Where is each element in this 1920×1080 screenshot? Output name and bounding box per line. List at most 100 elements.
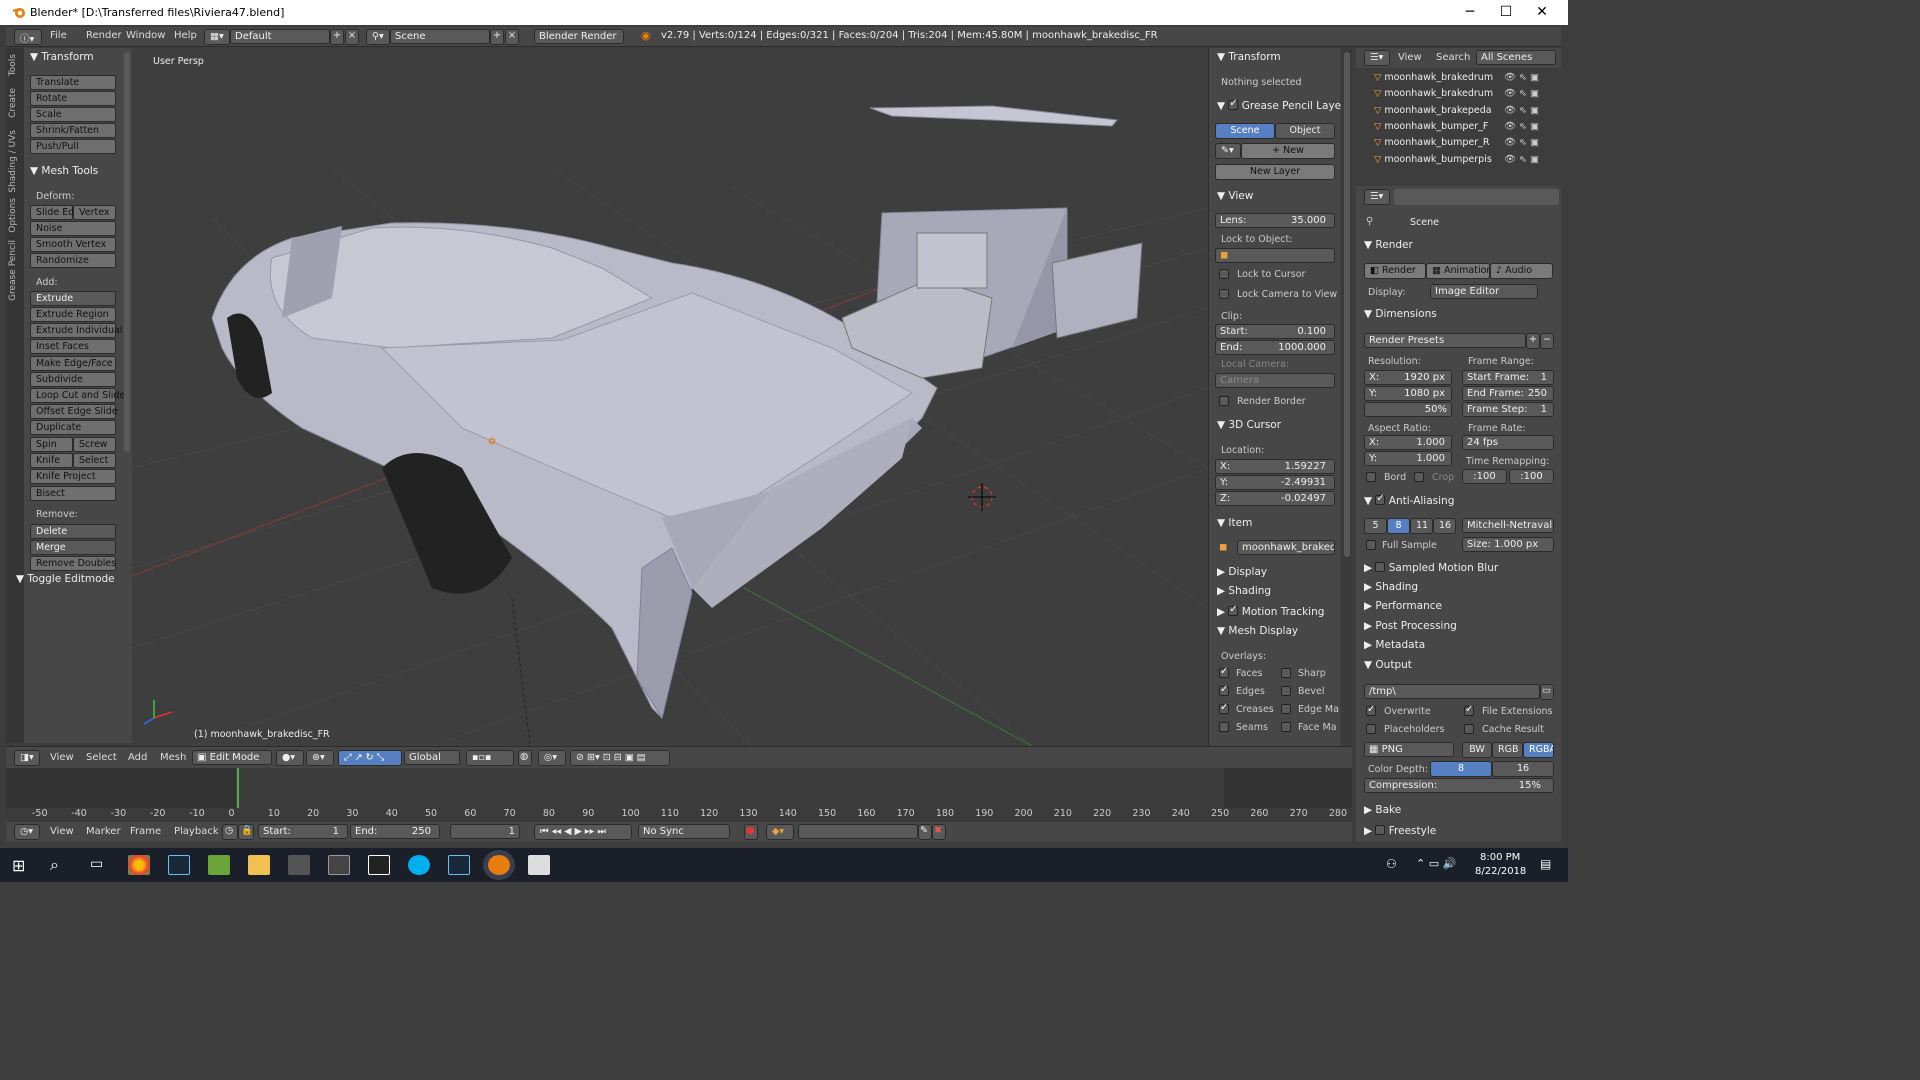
search-icon[interactable]: ⌕ (50, 855, 59, 875)
pencil-icon[interactable]: ✎▾ (1215, 143, 1241, 159)
snap-controls[interactable]: ⊘ ⊞▾ ⊡ ⊟ ▣ ▤ (570, 750, 670, 766)
overwrite-checkbox[interactable] (1366, 704, 1376, 716)
current-frame-marker[interactable] (237, 768, 239, 808)
gp-scene-toggle[interactable]: Scene (1215, 123, 1275, 139)
inset-faces-button[interactable]: Inset Faces (30, 339, 116, 354)
cache-result-checkbox[interactable] (1464, 724, 1474, 734)
file-format-select[interactable]: ▦ PNG (1364, 742, 1454, 757)
render-engine-select[interactable]: Blender Render (534, 29, 624, 44)
color-rgb-toggle[interactable]: RGB (1492, 742, 1523, 758)
file-extensions-checkbox[interactable] (1464, 704, 1474, 716)
gp-object-toggle[interactable]: Object (1275, 123, 1335, 139)
3d-view-editor-icon[interactable]: ◨▾ (14, 750, 40, 766)
layout-icon[interactable]: ▦▾ (204, 29, 230, 45)
select-menu[interactable]: Select (86, 752, 117, 763)
gp-new-button[interactable]: + New (1241, 143, 1335, 159)
render-audio-button[interactable]: ♪ Audio (1490, 263, 1553, 279)
clip-end-field[interactable]: End: 1000.000 (1215, 340, 1335, 355)
display-section[interactable]: ▶ Display (1217, 566, 1267, 578)
mesh-menu[interactable]: Mesh (160, 752, 186, 763)
menu-file[interactable]: File (50, 30, 67, 41)
frame-menu[interactable]: Frame (130, 826, 161, 837)
outliner-row[interactable]: ▽ moonhawk_brakepeda 👁 ⇖ ▣ (1374, 105, 1559, 120)
dimensions-section[interactable]: ▼ Dimensions (1364, 308, 1437, 320)
aspect-x-field[interactable]: X: 1.000 (1364, 435, 1452, 450)
render-image-button[interactable]: ◧ Render (1364, 263, 1426, 279)
grease-pencil-layers-checkbox[interactable] (1228, 98, 1239, 110)
bevel-checkbox[interactable] (1281, 686, 1291, 696)
tab-options[interactable]: Options (8, 198, 18, 233)
item-section[interactable]: ▼ Item (1217, 517, 1252, 529)
compression-slider[interactable]: Compression: 15% (1364, 778, 1554, 793)
record-icon[interactable]: ● (744, 824, 758, 840)
post-processing-section[interactable]: ▶ Post Processing (1364, 620, 1457, 632)
anti-aliasing-checkbox[interactable] (1375, 493, 1386, 505)
screw-button[interactable]: Screw (73, 437, 116, 452)
make-edge-face-button[interactable]: Make Edge/Face (30, 356, 116, 371)
rotate-button[interactable]: Rotate (30, 91, 116, 106)
visibility-icons[interactable]: 👁 ⇖ ▣ (1504, 121, 1539, 132)
cursor-x-field[interactable]: X: 1.59227 (1215, 459, 1335, 474)
view-section[interactable]: ▼ View (1217, 190, 1253, 202)
vertex-slide-button[interactable]: Vertex (73, 205, 116, 220)
toolshelf-scrollbar[interactable] (124, 52, 130, 452)
outliner-row[interactable]: ▽ moonhawk_bumper_R 👁 ⇖ ▣ (1374, 137, 1559, 152)
lock-to-cursor-checkbox[interactable] (1219, 269, 1229, 279)
calculator-icon[interactable] (328, 855, 350, 875)
menu-window[interactable]: Window (126, 30, 165, 41)
tab-create[interactable]: Create (8, 88, 18, 118)
remove-preset-icon[interactable]: − (1540, 333, 1554, 349)
start-frame-field[interactable]: Start Frame: 1 (1462, 370, 1554, 385)
duplicate-button[interactable]: Duplicate (30, 420, 116, 435)
remap-new-field[interactable]: :100 (1509, 469, 1554, 484)
aa-filter-select[interactable]: Mitchell-Netravali (1462, 518, 1554, 533)
sync-mode-select[interactable]: No Sync (638, 824, 730, 839)
minimize-button[interactable]: ─ (1452, 2, 1488, 22)
aa-samples-5[interactable]: 5 (1364, 518, 1387, 534)
visibility-icons[interactable]: 👁 ⇖ ▣ (1504, 105, 1539, 116)
frame-step-field[interactable]: Frame Step: 1 (1462, 402, 1554, 417)
render-border-checkbox[interactable] (1219, 396, 1229, 406)
proportional-edit-icon[interactable]: ◎▾ (538, 750, 566, 766)
smooth-vertex-button[interactable]: Smooth Vertex (30, 237, 116, 252)
performance-section[interactable]: ▶ Performance (1364, 600, 1442, 612)
filter-size-field[interactable]: Size: 1.000 px (1462, 537, 1554, 552)
outliner-display-select[interactable]: All Scenes (1476, 50, 1556, 65)
current-frame-field[interactable]: 1 (450, 824, 520, 839)
spin-button[interactable]: Spin (30, 437, 73, 452)
properties-shelf-scrollbar[interactable] (1342, 48, 1352, 746)
render-section[interactable]: ▼ Render (1364, 239, 1413, 251)
clip-start-field[interactable]: Start: 0.100 (1215, 324, 1335, 339)
blender-taskbar-icon[interactable] (488, 855, 510, 875)
bake-section[interactable]: ▶ Bake (1364, 804, 1401, 816)
photos-icon[interactable] (528, 855, 550, 875)
tab-tools[interactable]: Tools (8, 54, 18, 76)
translate-button[interactable]: Translate (30, 75, 116, 90)
playback-menu[interactable]: Playback (174, 826, 219, 837)
scene-field[interactable]: Scene (390, 29, 490, 44)
tab-shading-uvs[interactable]: Shading / UVs (8, 130, 18, 193)
display-select[interactable]: Image Editor (1430, 284, 1538, 299)
menu-help[interactable]: Help (174, 30, 197, 41)
keying-icon[interactable]: ◆▾ (766, 824, 794, 840)
editor-type-info-icon[interactable]: ⓘ▾ (14, 29, 42, 45)
preview-range-icon[interactable]: ◷ (222, 824, 238, 840)
resolution-y-field[interactable]: Y: 1080 px (1364, 386, 1452, 401)
keying-set-field[interactable] (798, 824, 918, 839)
remove-doubles-button[interactable]: Remove Doubles (30, 556, 116, 571)
randomize-button[interactable]: Randomize (30, 253, 116, 268)
render-animation-button[interactable]: ▦ Animation (1426, 263, 1490, 279)
aa-samples-16[interactable]: 16 (1433, 518, 1456, 534)
select-mode-toggles[interactable]: ▪▫▪ (466, 750, 514, 766)
close-button[interactable]: ✕ (1524, 2, 1560, 22)
end-frame-field[interactable]: End: 250 (350, 824, 440, 839)
extrude-region-button[interactable]: Extrude Region (30, 307, 116, 322)
bisect-button[interactable]: Bisect (30, 486, 116, 501)
steam-icon-2[interactable] (448, 855, 470, 875)
visibility-icons[interactable]: 👁 ⇖ ▣ (1504, 72, 1539, 83)
item-name-field[interactable]: moonhawk_brakedi... (1237, 540, 1335, 555)
offset-edge-slide-button[interactable]: Offset Edge Slide (30, 404, 118, 419)
aa-samples-11[interactable]: 11 (1410, 518, 1433, 534)
remove-scene-icon[interactable]: × (505, 29, 519, 45)
timeline-view-menu[interactable]: View (50, 826, 74, 837)
